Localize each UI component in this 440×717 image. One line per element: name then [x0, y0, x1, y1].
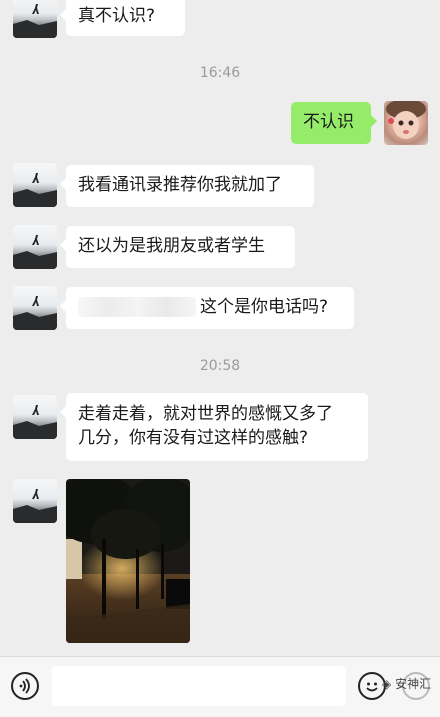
message-text: 真不认识? [78, 6, 156, 26]
message-bubble[interactable]: 这个是你电话吗? [60, 287, 354, 329]
mountain-silhouette-icon [13, 405, 57, 439]
contact-avatar[interactable] [13, 395, 57, 439]
input-toolbar [0, 656, 440, 717]
message-text: 还以为是我朋友或者学生 [78, 236, 265, 256]
message-text-line: 走着走着，就对世界的感慨又多了 [78, 404, 333, 424]
contact-avatar[interactable] [13, 225, 57, 269]
my-message-bubble[interactable]: 不认识 [291, 102, 377, 144]
mountain-silhouette-icon [13, 4, 57, 38]
message-bubble[interactable]: 真不认识? [60, 0, 185, 36]
watermark-logo-icon: ◈ [382, 677, 392, 691]
contact-avatar[interactable] [13, 163, 57, 207]
message-text-line: 几分，你有没有过这样的感触? [78, 428, 309, 448]
message-bubble[interactable]: 走着走着，就对世界的感慨又多了 几分，你有没有过这样的感触? [60, 393, 368, 461]
contact-avatar[interactable] [13, 0, 57, 38]
message-bubble[interactable]: 还以为是我朋友或者学生 [60, 226, 295, 268]
girl-face-icon [386, 101, 426, 139]
message-text: 这个是你电话吗? [200, 297, 329, 317]
night-street-image [66, 479, 190, 643]
night-street-photo[interactable] [66, 479, 190, 643]
timestamp: 16:46 [199, 65, 241, 81]
mountain-silhouette-icon [13, 489, 57, 523]
message-input[interactable] [52, 666, 346, 706]
contact-avatar[interactable] [13, 286, 57, 330]
mountain-silhouette-icon [13, 296, 57, 330]
timestamp: 20:58 [199, 358, 241, 374]
voice-icon[interactable] [11, 672, 39, 700]
contact-avatar[interactable] [13, 479, 57, 523]
redacted-phone-number [78, 297, 196, 317]
mountain-silhouette-icon [13, 173, 57, 207]
mountain-silhouette-icon [13, 235, 57, 269]
message-bubble[interactable]: 我看通讯录推荐你我就加了 [60, 165, 314, 207]
message-text: 不认识 [303, 112, 354, 132]
watermark-text: 安神汇 [395, 677, 432, 691]
my-avatar[interactable] [384, 101, 428, 145]
message-text: 我看通讯录推荐你我就加了 [78, 175, 282, 195]
watermark: ◈ 安神汇 [382, 675, 431, 692]
